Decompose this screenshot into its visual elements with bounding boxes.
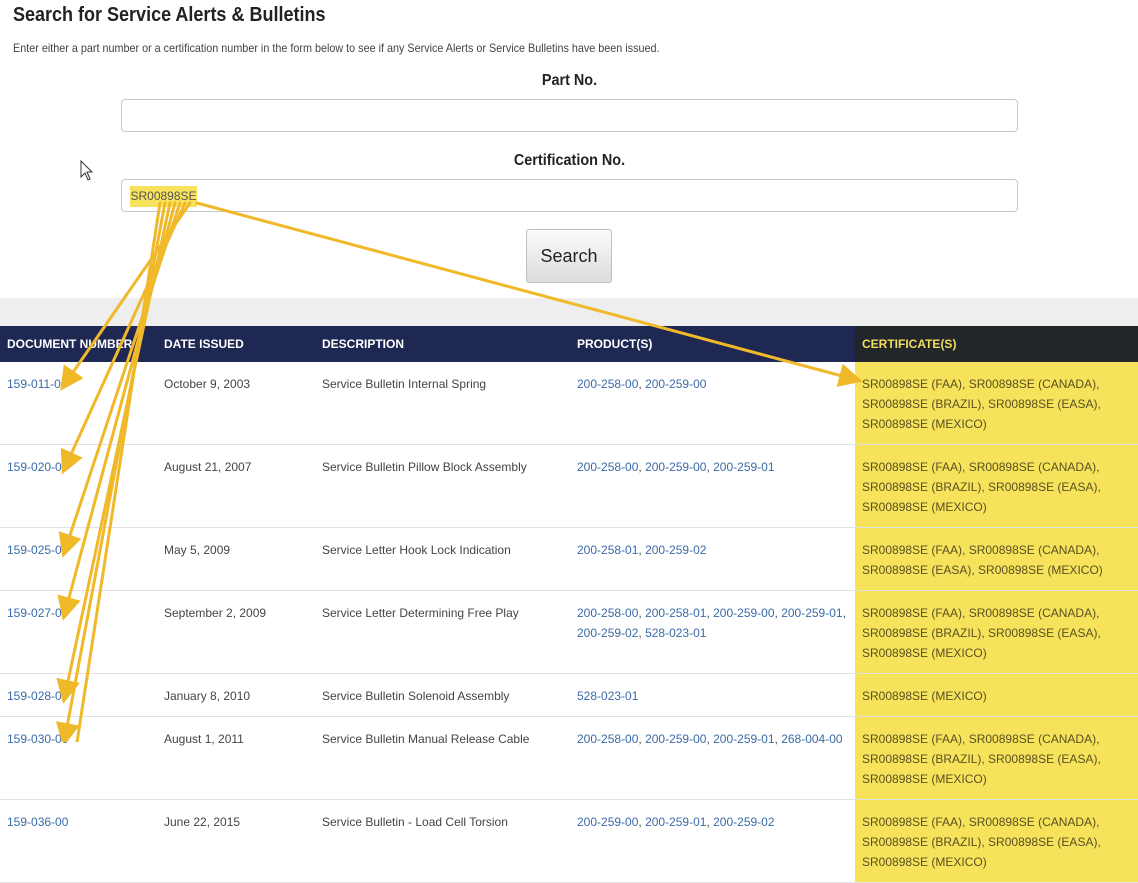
product-link[interactable]: 200-259-01 bbox=[713, 732, 774, 746]
document-number-cell: 159-025-00 bbox=[0, 527, 157, 591]
description-cell: Service Bulletin Pillow Block Assembly bbox=[315, 444, 570, 528]
product-link[interactable]: 200-259-00 bbox=[645, 377, 706, 391]
table-header-row: Document Number Date Issued Description … bbox=[0, 326, 1138, 362]
product-link[interactable]: 200-259-00 bbox=[713, 606, 774, 620]
certificates-cell: SR00898SE (FAA), SR00898SE (CANADA), SR0… bbox=[855, 444, 1138, 528]
product-link[interactable]: 200-259-00 bbox=[577, 815, 638, 829]
products-cell: 200-258-01, 200-259-02 bbox=[570, 527, 855, 591]
document-number-cell: 159-036-00 bbox=[0, 799, 157, 883]
description-cell: Service Bulletin - Load Cell Torsion bbox=[315, 799, 570, 883]
table-row: 159-011-00 October 9, 2003 Service Bulleti… bbox=[0, 362, 1138, 445]
document-number-cell: 159-020-00 bbox=[0, 444, 157, 528]
document-number-link[interactable]: 159-028-00 bbox=[7, 689, 68, 703]
product-link[interactable]: 200-259-01 bbox=[645, 815, 706, 829]
product-link[interactable]: 200-258-01 bbox=[645, 606, 706, 620]
search-button[interactable]: Search bbox=[526, 229, 612, 283]
product-link[interactable]: 200-258-01 bbox=[577, 543, 638, 557]
document-number-link[interactable]: 159-025-00 bbox=[7, 543, 68, 557]
date-issued-cell: September 2, 2009 bbox=[157, 590, 315, 674]
part-number-label: Part No. bbox=[541, 72, 598, 89]
table-row: 159-025-00 May 5, 2009 Service Letter Hook… bbox=[0, 527, 1138, 591]
certificates-cell: SR00898SE (FAA), SR00898SE (CANADA), SR0… bbox=[855, 527, 1138, 591]
product-link[interactable]: 268-004-00 bbox=[781, 732, 842, 746]
date-issued-cell: January 8, 2010 bbox=[157, 673, 315, 717]
document-number-cell: 159-027-00 bbox=[0, 590, 157, 674]
product-link[interactable]: 200-259-01 bbox=[781, 606, 842, 620]
products-cell: 200-258-00, 200-259-00, 200-259-01 bbox=[570, 444, 855, 528]
date-issued-cell: August 21, 2007 bbox=[157, 444, 315, 528]
table-row: 159-030-00 August 1, 2011 Service Bulletin… bbox=[0, 716, 1138, 800]
certificates-cell: SR00898SE (FAA), SR00898SE (CANADA), SR0… bbox=[855, 716, 1138, 800]
product-link[interactable]: 200-259-01 bbox=[713, 460, 774, 474]
mouse-cursor-icon bbox=[80, 160, 94, 181]
part-number-input[interactable] bbox=[121, 99, 1018, 132]
column-header-date-issued: Date Issued bbox=[157, 326, 315, 362]
column-header-products: Product(s) bbox=[570, 326, 855, 362]
table-row: 159-027-00 September 2, 2009 Service Lette… bbox=[0, 590, 1138, 674]
product-link[interactable]: 528-023-01 bbox=[577, 689, 638, 703]
description-cell: Service Bulletin Internal Spring bbox=[315, 362, 570, 445]
certification-number-input[interactable] bbox=[121, 179, 1018, 212]
product-link[interactable]: 200-259-02 bbox=[577, 626, 638, 640]
date-issued-cell: May 5, 2009 bbox=[157, 527, 315, 591]
description-cell: Service Bulletin Manual Release Cable bbox=[315, 716, 570, 800]
products-cell: 200-259-00, 200-259-01, 200-259-02 bbox=[570, 799, 855, 883]
certification-number-label: Certification No. bbox=[513, 152, 626, 169]
document-number-link[interactable]: 159-020-00 bbox=[7, 460, 68, 474]
document-number-cell: 159-028-00 bbox=[0, 673, 157, 717]
certificates-cell: SR00898SE (FAA), SR00898SE (CANADA), SR0… bbox=[855, 362, 1138, 445]
document-number-link[interactable]: 159-027-00 bbox=[7, 606, 68, 620]
description-cell: Service Letter Hook Lock Indication bbox=[315, 527, 570, 591]
products-cell: 200-258-00, 200-259-00, 200-259-01, 268-… bbox=[570, 716, 855, 800]
certificates-cell: SR00898SE (FAA), SR00898SE (CANADA), SR0… bbox=[855, 799, 1138, 883]
product-link[interactable]: 200-258-00 bbox=[577, 460, 638, 474]
document-number-cell: 159-030-00 bbox=[0, 716, 157, 800]
table-row: 159-028-00 January 8, 2010 Service Bulleti… bbox=[0, 673, 1138, 717]
date-issued-cell: August 1, 2011 bbox=[157, 716, 315, 800]
table-row: 159-020-00 August 21, 2007 Service Bulleti… bbox=[0, 444, 1138, 528]
product-link[interactable]: 200-259-02 bbox=[713, 815, 774, 829]
product-link[interactable]: 200-259-00 bbox=[645, 460, 706, 474]
column-header-description: Description bbox=[315, 326, 570, 362]
document-number-cell: 159-011-00 bbox=[0, 362, 157, 445]
document-number-link[interactable]: 159-011-00 bbox=[7, 377, 68, 391]
document-number-link[interactable]: 159-030-00 bbox=[7, 732, 68, 746]
results-band bbox=[0, 298, 1138, 326]
product-link[interactable]: 200-258-00 bbox=[577, 606, 638, 620]
document-number-link[interactable]: 159-036-00 bbox=[7, 815, 68, 829]
products-cell: 200-258-00, 200-259-00 bbox=[570, 362, 855, 445]
date-issued-cell: June 22, 2015 bbox=[157, 799, 315, 883]
certificates-cell: SR00898SE (MEXICO) bbox=[855, 673, 1138, 717]
page-title: Search for Service Alerts & Bulletins bbox=[13, 4, 326, 26]
product-link[interactable]: 200-258-00 bbox=[577, 732, 638, 746]
results-table: Document Number Date Issued Description … bbox=[0, 326, 1138, 883]
column-header-certificates: Certificate(s) bbox=[855, 326, 1138, 362]
description-cell: Service Letter Determining Free Play bbox=[315, 590, 570, 674]
product-link[interactable]: 200-259-02 bbox=[645, 543, 706, 557]
products-cell: 528-023-01 bbox=[570, 673, 855, 717]
description-cell: Service Bulletin Solenoid Assembly bbox=[315, 673, 570, 717]
products-cell: 200-258-00, 200-258-01, 200-259-00, 200-… bbox=[570, 590, 855, 674]
results-body: 159-011-00 October 9, 2003 Service Bulleti… bbox=[0, 362, 1138, 883]
certificates-cell: SR00898SE (FAA), SR00898SE (CANADA), SR0… bbox=[855, 590, 1138, 674]
table-row: 159-036-00 June 22, 2015 Service Bulletin … bbox=[0, 799, 1138, 883]
product-link[interactable]: 200-259-00 bbox=[645, 732, 706, 746]
column-header-document-number: Document Number bbox=[0, 326, 157, 362]
certification-number-value: SR00898SE bbox=[130, 186, 197, 207]
date-issued-cell: October 9, 2003 bbox=[157, 362, 315, 445]
product-link[interactable]: 200-258-00 bbox=[577, 377, 638, 391]
intro-text: Enter either a part number or a certific… bbox=[13, 41, 660, 55]
product-link[interactable]: 528-023-01 bbox=[645, 626, 706, 640]
